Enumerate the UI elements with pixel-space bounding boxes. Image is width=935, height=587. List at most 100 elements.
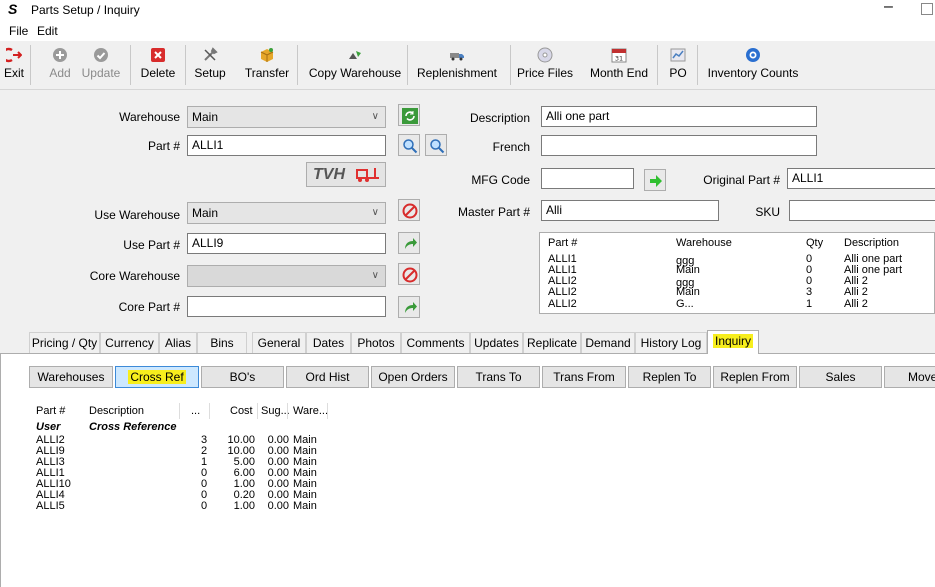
apply-mfg-code-button[interactable]: [644, 169, 666, 191]
french-input[interactable]: [541, 135, 817, 156]
tab-ord-hist[interactable]: Ord Hist: [286, 366, 369, 388]
tab-updates[interactable]: Updates: [470, 332, 523, 353]
chart-icon: [670, 48, 686, 62]
table-row[interactable]: ALLI2 ggg 0 Alli 2: [540, 276, 934, 289]
inventory-counts-button[interactable]: Inventory Counts: [703, 41, 803, 87]
info-icon: [746, 48, 760, 62]
chevron-down-icon: ∨: [371, 207, 379, 218]
add-button[interactable]: Add: [42, 41, 78, 87]
clear-use-warehouse-button[interactable]: [398, 199, 420, 221]
grid-header: Part # Warehouse Qty Description: [548, 237, 900, 249]
sku-input[interactable]: [789, 200, 935, 221]
core-warehouse-select[interactable]: ∨: [187, 265, 386, 287]
warehouse-select[interactable]: Main ∨: [187, 106, 386, 128]
tab-open-orders[interactable]: Open Orders: [371, 366, 455, 388]
maximize-button[interactable]: [921, 3, 933, 15]
tab-history-log[interactable]: History Log: [635, 332, 707, 353]
tab-demand[interactable]: Demand: [581, 332, 635, 353]
core-warehouse-label: Core Warehouse: [89, 269, 180, 283]
tab-replen-to[interactable]: Replen To: [628, 366, 711, 388]
tab-trans-from[interactable]: Trans From: [542, 366, 626, 388]
mfg-code-input[interactable]: [541, 168, 634, 189]
list-item[interactable]: ALLI5 0 1.00 0.00 Main: [29, 501, 359, 512]
menu-file[interactable]: File: [9, 24, 28, 38]
tvh-logo: TVH: [313, 166, 345, 183]
setup-button[interactable]: Setup: [190, 41, 230, 87]
core-part-label: Core Part #: [118, 300, 180, 314]
copy-warehouse-icon: [349, 51, 361, 59]
title-bar: S Parts Setup / Inquiry –: [0, 0, 935, 22]
svg-text:31: 31: [615, 55, 623, 63]
tab-trans-to[interactable]: Trans To: [457, 366, 540, 388]
tab-dates[interactable]: Dates: [306, 332, 351, 353]
master-part-label: Master Part #: [457, 205, 530, 219]
search-part-button[interactable]: [398, 134, 420, 156]
refresh-warehouse-button[interactable]: [398, 104, 420, 126]
goto-use-part-button[interactable]: [398, 232, 420, 254]
clear-core-warehouse-button[interactable]: [398, 263, 420, 285]
replenishment-button[interactable]: Replenishment: [414, 41, 500, 87]
table-row[interactable]: ALLI1 Main 0 Alli one part: [540, 265, 934, 276]
table-row[interactable]: ALLI2 G... 1 Alli 2: [540, 299, 934, 307]
check-icon: [94, 48, 108, 62]
transfer-button[interactable]: Transfer: [241, 41, 293, 87]
price-files-button[interactable]: Price Files: [514, 41, 576, 87]
menu-bar: File Edit: [0, 22, 935, 41]
tab-cross-ref[interactable]: Cross Ref: [115, 366, 199, 388]
tab-inquiry[interactable]: Inquiry: [707, 330, 759, 354]
month-end-button[interactable]: 31 Month End: [584, 41, 654, 87]
part-input[interactable]: ALLI1: [187, 135, 386, 156]
no-entry-icon: [402, 203, 418, 219]
truck-icon: [450, 53, 464, 61]
use-warehouse-select[interactable]: Main ∨: [187, 202, 386, 224]
tab-alias[interactable]: Alias: [159, 332, 197, 353]
core-part-input[interactable]: [187, 296, 386, 317]
menu-edit[interactable]: Edit: [37, 24, 58, 38]
tab-currency[interactable]: Currency: [100, 332, 159, 353]
use-part-input[interactable]: ALLI9: [187, 233, 386, 254]
sku-label: SKU: [755, 205, 780, 219]
tab-pricing-qty[interactable]: Pricing / Qty: [29, 332, 100, 353]
disc-icon: [537, 47, 553, 63]
tab-bos[interactable]: BO's: [201, 366, 284, 388]
tvh-logo-button[interactable]: TVH: [306, 162, 386, 187]
toolbar: Exit Add Update Delete Setup Transfer Co…: [0, 41, 935, 90]
delete-button[interactable]: Delete: [136, 41, 180, 87]
master-part-input[interactable]: Alli: [541, 200, 719, 221]
exit-icon: [6, 47, 22, 63]
chevron-down-icon: ∨: [371, 111, 379, 122]
tab-movements[interactable]: Movem: [884, 366, 935, 388]
tab-replicate[interactable]: Replicate: [523, 332, 581, 353]
tab-warehouses[interactable]: Warehouses: [29, 366, 113, 388]
original-part-input[interactable]: ALLI1: [787, 168, 935, 189]
tools-icon: [204, 47, 218, 61]
window-title: Parts Setup / Inquiry: [31, 3, 140, 17]
description-input[interactable]: Alli one part: [541, 106, 817, 127]
goto-core-part-button[interactable]: [398, 296, 420, 318]
list-header: Part # Description ... Cost Sug... Ware.…: [36, 405, 329, 417]
original-part-label: Original Part #: [703, 173, 780, 187]
minimize-button[interactable]: –: [884, 0, 893, 16]
copy-warehouse-button[interactable]: Copy Warehouse: [305, 41, 405, 87]
search-icon: [403, 139, 418, 154]
tab-bins[interactable]: Bins: [197, 332, 247, 353]
part-label: Part #: [147, 139, 180, 153]
tab-general[interactable]: General: [252, 332, 306, 353]
tab-replen-from[interactable]: Replen From: [713, 366, 797, 388]
tab-sales[interactable]: Sales: [799, 366, 882, 388]
cross-ref-list[interactable]: Part # Description ... Cost Sug... Ware.…: [29, 403, 329, 553]
warehouse-grid[interactable]: Part # Warehouse Qty Description ALLI1 gg…: [539, 232, 935, 314]
exit-button[interactable]: Exit: [0, 41, 28, 87]
arrow-right-icon: [650, 175, 662, 187]
tab-photos[interactable]: Photos: [351, 332, 401, 353]
no-entry-icon: [402, 267, 418, 283]
tab-comments[interactable]: Comments: [401, 332, 470, 353]
calendar-icon: 31: [611, 48, 627, 63]
update-button[interactable]: Update: [78, 41, 124, 87]
main-tab-bar: Pricing / Qty Currency Alias Bins Genera…: [0, 330, 935, 354]
table-row[interactable]: ALLI2 Main 3 Alli 2: [540, 287, 934, 298]
inquiry-tab-bar: Warehouses Cross Ref BO's Ord Hist Open …: [29, 366, 935, 390]
use-part-label: Use Part #: [123, 238, 180, 252]
po-button[interactable]: PO: [664, 41, 692, 87]
use-warehouse-label: Use Warehouse: [94, 208, 180, 222]
